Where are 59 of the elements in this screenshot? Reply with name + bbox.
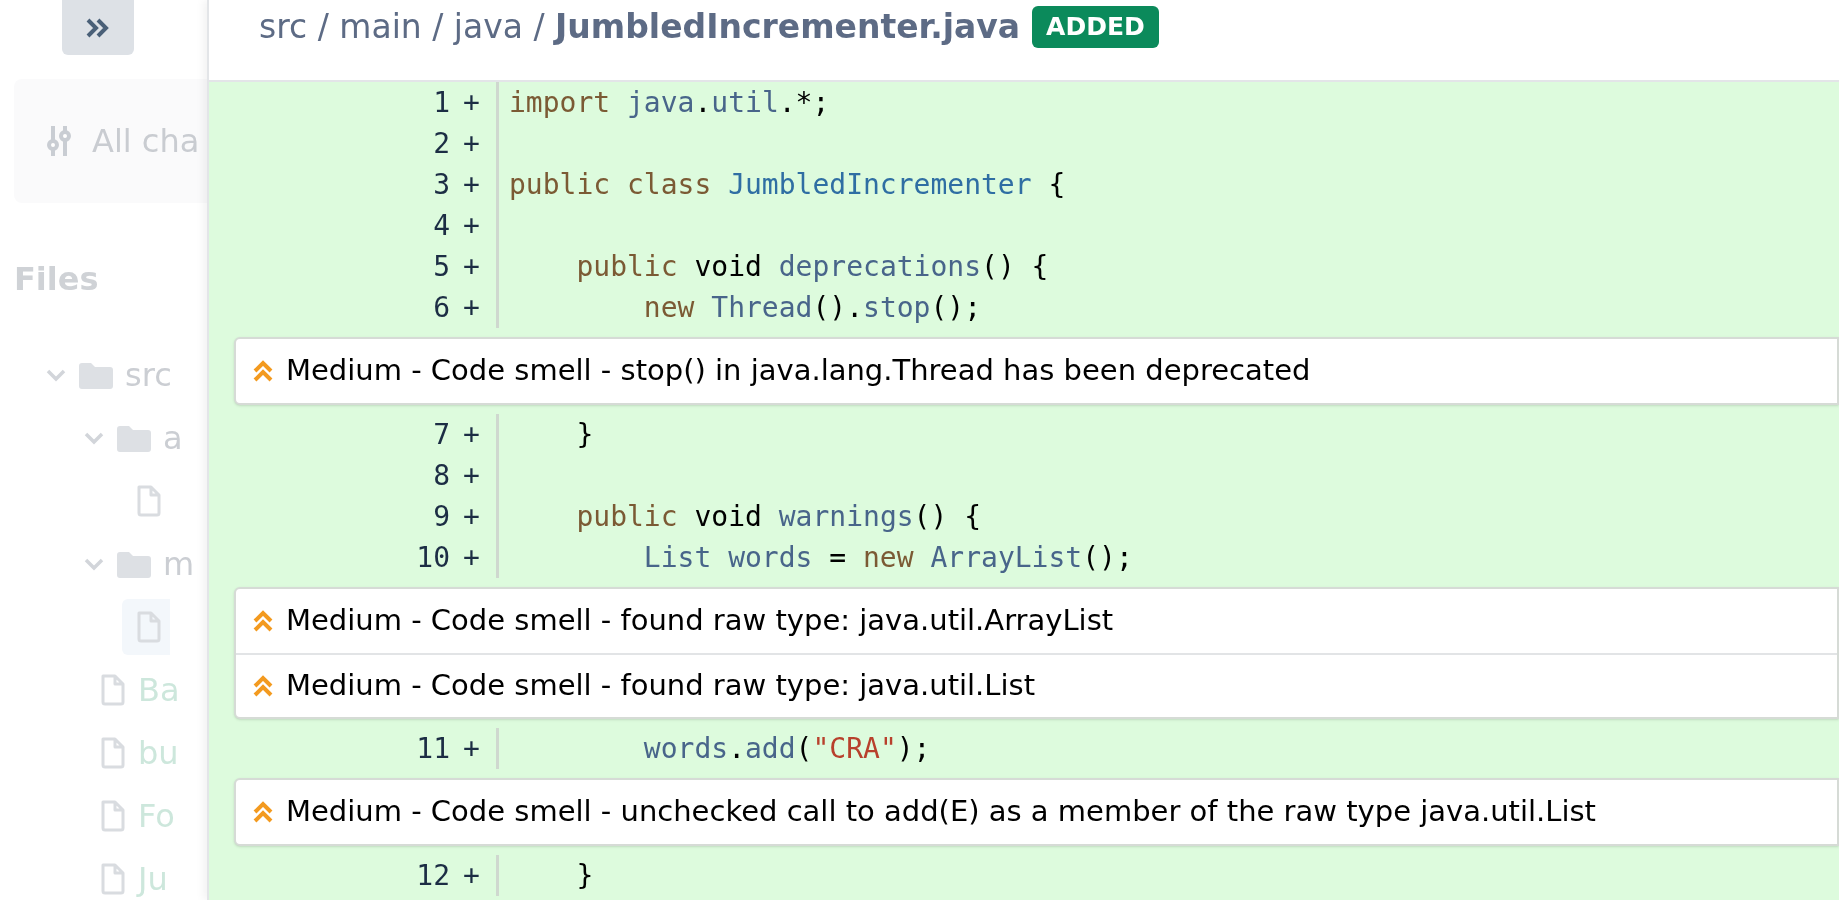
line-number: 3 bbox=[432, 167, 450, 203]
line-number: 5 bbox=[432, 249, 450, 285]
double-chevron-up-icon bbox=[252, 610, 274, 632]
line-number: 4 bbox=[432, 208, 450, 244]
diff-marker: + bbox=[463, 418, 480, 451]
diff-marker: + bbox=[463, 500, 480, 533]
double-chevron-up-icon bbox=[252, 675, 274, 697]
issue-message[interactable]: Medium - Code smell - stop() in java.lang.Thread has been deprecated bbox=[286, 349, 1311, 393]
line-number: 7 bbox=[432, 417, 450, 453]
file-icon bbox=[136, 484, 162, 517]
diff-marker: + bbox=[463, 250, 480, 283]
status-badge: ADDED bbox=[1032, 6, 1159, 48]
file-icon bbox=[100, 673, 126, 706]
line-number: 1 bbox=[432, 85, 450, 121]
diff-marker: + bbox=[463, 291, 480, 324]
chevron-icon[interactable] bbox=[83, 556, 105, 571]
double-chevron-up-icon bbox=[252, 801, 274, 823]
sliders-icon bbox=[46, 124, 72, 158]
code-line: } bbox=[575, 859, 594, 892]
diff-marker: + bbox=[463, 168, 480, 201]
code-line: public void deprecations() { bbox=[575, 250, 1049, 283]
issue-message[interactable]: Medium - Code smell - unchecked call to add(E) as a member of the raw type java.util.List bbox=[286, 790, 1596, 834]
chevron-icon[interactable] bbox=[83, 430, 105, 445]
line-number: 6 bbox=[432, 290, 450, 326]
code-line: public class JumbledIncrementer { bbox=[509, 168, 1066, 201]
issue-message[interactable]: Medium - Code smell - found raw type: java.util.List bbox=[286, 664, 1036, 708]
code-line: new Thread().stop(); bbox=[642, 291, 982, 324]
file-item[interactable] bbox=[122, 598, 170, 655]
line-number: 2 bbox=[432, 126, 450, 162]
file-icon bbox=[100, 736, 126, 769]
diff-marker: + bbox=[463, 459, 480, 492]
diff-marker: + bbox=[463, 209, 480, 242]
expand-button[interactable] bbox=[62, 0, 134, 55]
double-chevron-up-icon bbox=[252, 360, 274, 382]
file-icon bbox=[136, 610, 162, 643]
double-chevron-icon bbox=[85, 16, 111, 39]
diff-marker: + bbox=[463, 541, 480, 574]
file-icon bbox=[100, 799, 126, 832]
breadcrumb: src / main / java / JumbledIncrementer.java bbox=[259, 6, 1021, 48]
line-number: 8 bbox=[432, 458, 450, 494]
diff-marker: + bbox=[463, 86, 480, 119]
code-line: public void warnings() { bbox=[575, 500, 982, 533]
file-icon bbox=[100, 862, 126, 895]
code-line: } bbox=[575, 418, 594, 451]
code-line: import java.util.*; bbox=[509, 86, 830, 119]
line-number: 9 bbox=[432, 499, 450, 535]
line-number: 12 bbox=[415, 858, 450, 894]
folder-icon bbox=[117, 423, 151, 452]
issue-message[interactable]: Medium - Code smell - found raw type: java.util.ArrayList bbox=[286, 599, 1114, 643]
chevron-icon[interactable] bbox=[45, 367, 67, 382]
line-number: 10 bbox=[415, 540, 450, 576]
code-line: List words = new ArrayList(); bbox=[642, 541, 1133, 574]
folder-icon bbox=[117, 549, 151, 578]
diff-marker: + bbox=[463, 859, 480, 892]
line-number: 11 bbox=[415, 731, 450, 767]
code-line: words.add("CRA"); bbox=[642, 732, 931, 765]
diff-marker: + bbox=[463, 127, 480, 160]
diff-marker: + bbox=[463, 732, 480, 765]
folder-icon bbox=[79, 360, 113, 389]
